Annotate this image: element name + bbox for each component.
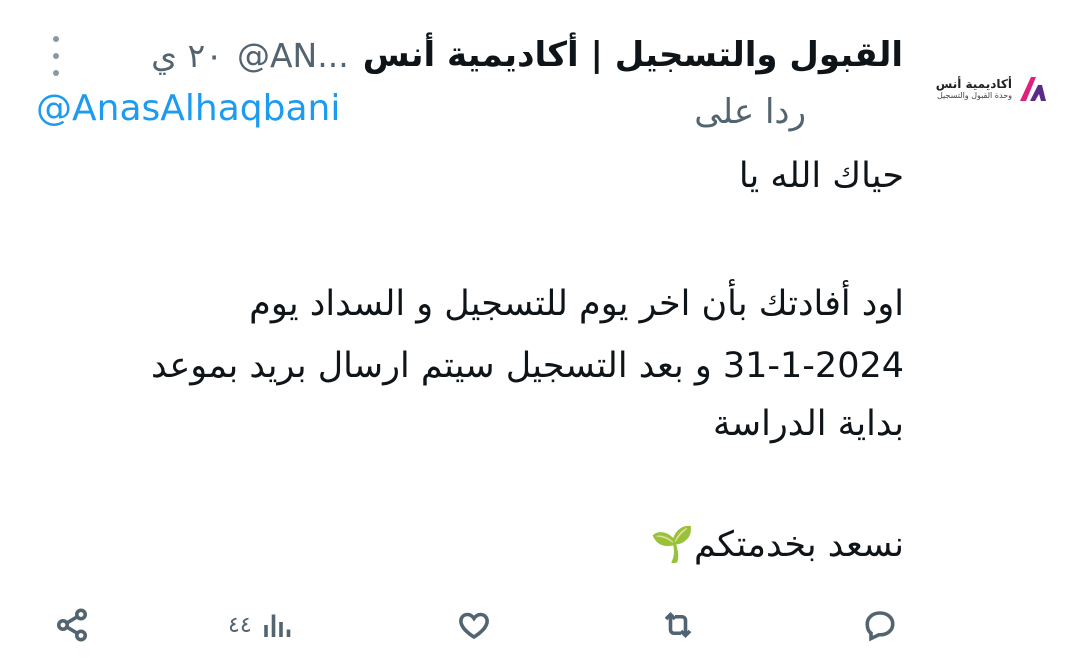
tweet-text-line: حياك الله يا xyxy=(738,156,904,196)
reply-to-label: ردا على xyxy=(694,92,806,132)
views-button[interactable]: ٤٤ xyxy=(228,596,296,654)
like-button[interactable] xyxy=(456,596,492,654)
tweet-text-line: بداية الدراسة xyxy=(713,404,904,444)
tweet-text-line: اود أفادتك بأن اخر يوم للتسجيل و السداد … xyxy=(249,284,904,324)
share-icon xyxy=(57,608,87,642)
share-button[interactable] xyxy=(54,596,90,654)
retweet-button[interactable] xyxy=(660,596,696,654)
views-bar-chart-icon xyxy=(263,614,290,637)
academy-logo-icon xyxy=(1020,77,1046,101)
views-count: ٤٤ xyxy=(228,612,252,638)
tweet-time[interactable]: ٢٠ ي xyxy=(151,36,223,75)
avatar[interactable]: أكاديمية أنس وحدة القبول والتسجيل xyxy=(934,66,1048,112)
retweet-icon xyxy=(664,611,692,639)
reply-icon xyxy=(865,611,895,642)
display-name[interactable]: القبول والتسجيل | أكاديمية أنس xyxy=(363,35,903,75)
avatar-logo-title: أكاديمية أنس xyxy=(935,77,1012,91)
avatar-logo-text: أكاديمية أنس وحدة القبول والتسجيل xyxy=(936,78,1012,100)
more-vertical-icon[interactable] xyxy=(44,36,68,76)
tweet-text-line: 31-1-2024 و بعد التسجيل سيتم ارسال بريد … xyxy=(150,346,904,386)
tweet-text-line: نسعد بخدمتكم🌱 xyxy=(650,525,904,565)
heart-icon xyxy=(459,612,489,640)
action-bar: ٤٤ xyxy=(0,596,1078,654)
user-handle[interactable]: @AN... xyxy=(237,36,349,75)
reply-button[interactable] xyxy=(862,596,898,654)
reply-to-handle[interactable]: @AnasAlhaqbani xyxy=(36,88,340,129)
tweet-header: القبول والتسجيل | أكاديمية أنس @AN... ٢٠… xyxy=(151,30,903,80)
avatar-logo-subtitle: وحدة القبول والتسجيل xyxy=(936,91,1012,100)
